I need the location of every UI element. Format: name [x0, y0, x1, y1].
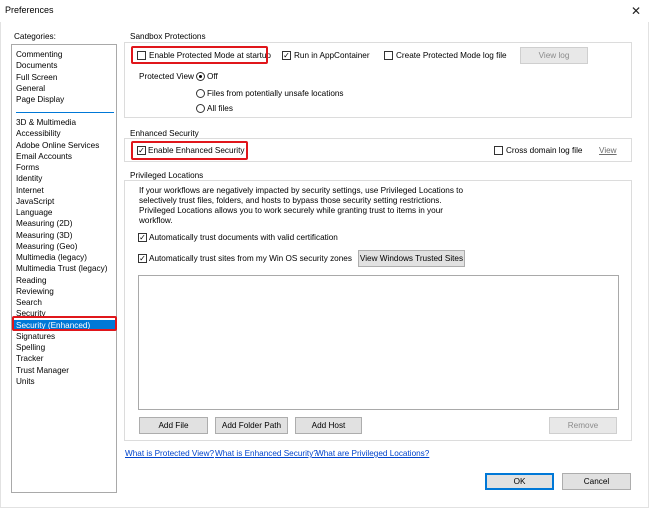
- categories-list[interactable]: Commenting Documents Full Screen General Pag…: [11, 44, 117, 493]
- trust-win-zones-label: Automatically trust sites from my Win OS…: [149, 254, 352, 263]
- category-item[interactable]: Reviewing: [16, 286, 54, 297]
- remove-button[interactable]: Remove: [549, 417, 617, 434]
- category-item[interactable]: Email Accounts: [16, 151, 72, 162]
- category-item[interactable]: Trust Manager: [16, 365, 69, 376]
- cross-domain-view-link[interactable]: View: [599, 146, 617, 155]
- add-host-button[interactable]: Add Host: [295, 417, 362, 434]
- category-item[interactable]: Multimedia (legacy): [16, 252, 87, 263]
- radio-all-files[interactable]: [196, 104, 205, 113]
- view-log-button[interactable]: View log: [520, 47, 588, 64]
- category-item[interactable]: Full Screen: [16, 72, 57, 83]
- privileged-description-line-2: selectively trust files, folders, and ho…: [139, 196, 442, 205]
- category-item[interactable]: Documents: [16, 60, 57, 71]
- what-are-privileged-locations-link[interactable]: What are Privileged Locations?: [316, 449, 429, 458]
- category-item[interactable]: JavaScript: [16, 196, 54, 207]
- enhanced-security-highlight: [131, 141, 248, 160]
- category-item[interactable]: Signatures: [16, 331, 55, 342]
- title-bar: [0, 0, 649, 22]
- category-item[interactable]: Search: [16, 297, 42, 308]
- protected-mode-highlight: [131, 46, 268, 64]
- category-item[interactable]: General: [16, 83, 45, 94]
- categories-separator: [16, 112, 114, 113]
- category-item[interactable]: Spelling: [16, 342, 45, 353]
- category-item[interactable]: Units: [16, 376, 35, 387]
- privileged-description-line-4: workflow.: [139, 216, 173, 225]
- privileged-title: Privileged Locations: [130, 171, 204, 180]
- category-item[interactable]: Reading: [16, 275, 47, 286]
- window-title: Preferences: [5, 5, 54, 15]
- trust-certification-label: Automatically trust documents with valid…: [149, 233, 338, 242]
- category-item[interactable]: Measuring (3D): [16, 230, 72, 241]
- selected-category-highlight: [12, 316, 117, 331]
- ok-button[interactable]: OK: [485, 473, 554, 490]
- category-item[interactable]: Internet: [16, 185, 44, 196]
- category-item[interactable]: 3D & Multimedia: [16, 117, 76, 128]
- privileged-locations-list[interactable]: [138, 275, 619, 410]
- radio-unsafe-locations[interactable]: [196, 89, 205, 98]
- category-item[interactable]: Measuring (Geo): [16, 241, 77, 252]
- category-item[interactable]: Forms: [16, 162, 39, 173]
- category-item[interactable]: Multimedia Trust (legacy): [16, 263, 107, 274]
- appcontainer-label: Run in AppContainer: [294, 51, 370, 60]
- enhanced-title: Enhanced Security: [130, 129, 199, 138]
- cross-domain-checkbox[interactable]: [494, 146, 503, 155]
- privileged-description-line-3: Privileged Locations allows you to work …: [139, 206, 443, 215]
- protected-log-label: Create Protected Mode log file: [396, 51, 507, 60]
- radio-unsafe-locations-label: Files from potentially unsafe locations: [207, 89, 344, 98]
- cancel-button[interactable]: Cancel: [562, 473, 631, 490]
- add-folder-path-button[interactable]: Add Folder Path: [215, 417, 288, 434]
- category-item[interactable]: Adobe Online Services: [16, 140, 99, 151]
- category-item[interactable]: Page Display: [16, 94, 64, 105]
- protected-log-checkbox[interactable]: [384, 51, 393, 60]
- category-item[interactable]: Accessibility: [16, 128, 61, 139]
- view-windows-trusted-sites-button[interactable]: View Windows Trusted Sites: [358, 250, 465, 267]
- category-item[interactable]: Language: [16, 207, 52, 218]
- privileged-description-line-1: If your workflows are negatively impacte…: [139, 186, 464, 195]
- cross-domain-label: Cross domain log file: [506, 146, 583, 155]
- trust-win-zones-checkbox[interactable]: ✓: [138, 254, 147, 263]
- radio-off[interactable]: [196, 72, 205, 81]
- category-item[interactable]: Measuring (2D): [16, 218, 72, 229]
- radio-off-label: Off: [207, 72, 218, 81]
- sandbox-title: Sandbox Protections: [130, 32, 206, 41]
- trust-certification-checkbox[interactable]: ✓: [138, 233, 147, 242]
- protected-view-label: Protected View: [139, 72, 194, 81]
- category-item[interactable]: Identity: [16, 173, 42, 184]
- radio-all-files-label: All files: [207, 104, 233, 113]
- category-item[interactable]: Tracker: [16, 353, 43, 364]
- what-is-protected-view-link[interactable]: What is Protected View?: [125, 449, 214, 458]
- category-item[interactable]: Commenting: [16, 49, 62, 60]
- close-button[interactable]: ✕: [625, 1, 647, 21]
- appcontainer-checkbox[interactable]: ✓: [282, 51, 291, 60]
- categories-label: Categories:: [14, 32, 56, 41]
- what-is-enhanced-security-link[interactable]: What is Enhanced Security?: [215, 449, 318, 458]
- add-file-button[interactable]: Add File: [139, 417, 208, 434]
